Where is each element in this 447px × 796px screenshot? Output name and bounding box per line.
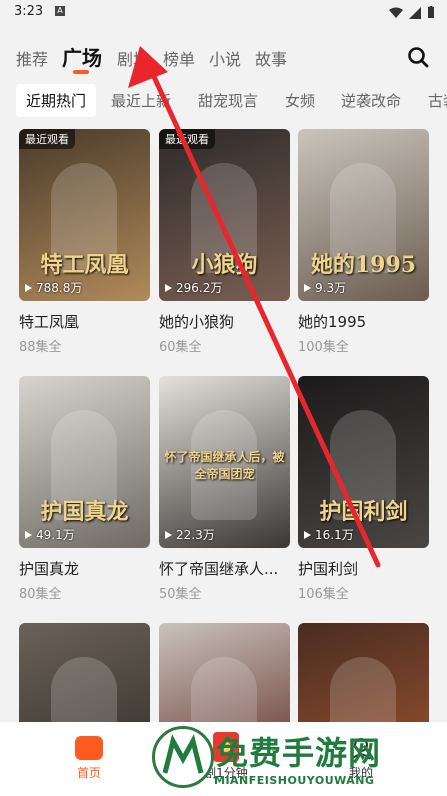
drama-card[interactable]: 小狼狗 最近观看 296.2万她的小狼狗 60集全 bbox=[159, 129, 290, 355]
drama-cover[interactable]: 她的1995 9.3万 bbox=[298, 129, 429, 301]
drama-cover[interactable]: 怀了帝国继承人后，被全帝国团宠 22.3万 bbox=[159, 376, 290, 548]
drama-title[interactable]: 怀了帝国继承人... bbox=[159, 558, 290, 579]
play-count: 49.1万 bbox=[25, 526, 75, 543]
tab-ranking[interactable]: 榜单 bbox=[163, 46, 195, 70]
watermark-logo-icon bbox=[152, 726, 214, 788]
cover-title-text: 护国真龙 bbox=[40, 499, 129, 525]
play-count-value: 788.8万 bbox=[36, 281, 83, 295]
tab-theater[interactable]: 剧场 bbox=[117, 46, 149, 70]
category-sweet[interactable]: 甜宠现言 bbox=[198, 90, 258, 111]
battery-icon bbox=[428, 6, 434, 18]
drama-card[interactable]: 护国利剑 16.1万 护国利剑 106集全 bbox=[298, 376, 429, 602]
cover-title-text: 她的1995 bbox=[310, 252, 417, 278]
drama-cover[interactable]: 特工凤凰 最近观看 788.8万 bbox=[19, 129, 150, 301]
status-time: 3:23 bbox=[14, 4, 44, 19]
wifi-icon bbox=[389, 7, 403, 18]
category-tabs: 近期热门 最近上新 甜宠现言 女频 逆袭改命 古装 bbox=[0, 82, 447, 118]
recent-badge: 最近观看 bbox=[19, 129, 75, 149]
drama-cover[interactable]: 护国真龙 49.1万 bbox=[19, 376, 150, 548]
drama-card[interactable]: 特工凤凰 最近观看 788.8万 特工凤凰 88集全 bbox=[19, 129, 150, 355]
play-count: 296.2万 bbox=[165, 279, 222, 296]
tab-novel[interactable]: 小说 bbox=[209, 46, 241, 70]
notification-icon: A bbox=[55, 6, 65, 16]
play-icon bbox=[165, 530, 172, 539]
episode-count: 50集全 bbox=[159, 587, 202, 602]
drama-title[interactable]: 护国真龙 bbox=[19, 558, 150, 579]
drama-card[interactable]: 护国真龙 49.1万 护国真龙 80集全 bbox=[19, 376, 150, 602]
play-count: 788.8万 bbox=[25, 279, 82, 296]
status-icons bbox=[389, 6, 435, 19]
drama-cover[interactable]: 小狼狗 最近观看 296.2万 bbox=[159, 129, 290, 301]
drama-title[interactable]: 她的小狼狗 bbox=[159, 311, 290, 332]
watermark-text: 免费手游网 bbox=[216, 734, 382, 772]
search-icon[interactable] bbox=[407, 46, 429, 68]
active-tab-indicator bbox=[73, 70, 89, 74]
status-bar: 3:23 A bbox=[0, 0, 447, 26]
episode-count: 88集全 bbox=[19, 340, 62, 355]
nav-home-label: 首页 bbox=[76, 766, 101, 780]
drama-title[interactable]: 特工凤凰 bbox=[19, 311, 150, 332]
play-count-value: 22.3万 bbox=[176, 528, 215, 542]
play-count-value: 296.2万 bbox=[176, 281, 223, 295]
watermark-m-icon bbox=[162, 734, 204, 774]
home-icon bbox=[75, 736, 103, 760]
play-icon bbox=[304, 530, 311, 539]
play-icon bbox=[304, 283, 311, 292]
episode-count: 106集全 bbox=[298, 587, 349, 602]
cover-title-text: 特工凤凰 bbox=[40, 252, 129, 278]
cover-title-text: 怀了帝国继承人后，被全帝国团宠 bbox=[164, 450, 285, 481]
play-icon bbox=[25, 530, 32, 539]
drama-card[interactable]: 她的1995 9.3万 她的1995 100集全 bbox=[298, 129, 429, 355]
play-count-value: 49.1万 bbox=[36, 528, 75, 542]
episode-count: 80集全 bbox=[19, 587, 62, 602]
cover-title-text: 护国利剑 bbox=[319, 499, 408, 525]
category-female[interactable]: 女频 bbox=[285, 90, 315, 111]
play-count: 9.3万 bbox=[304, 279, 346, 296]
tab-recommend[interactable]: 推荐 bbox=[16, 46, 48, 70]
play-count: 22.3万 bbox=[165, 526, 215, 543]
watermark: 免费手游网 MIANFEISHOUYOUWANG bbox=[150, 722, 447, 796]
tab-square[interactable]: 广场 bbox=[62, 42, 102, 71]
top-tabs: 推荐 广场 剧场 榜单 小说 故事 bbox=[0, 40, 447, 80]
category-costume[interactable]: 古装 bbox=[428, 90, 447, 111]
cover-title-text: 小狼狗 bbox=[191, 252, 258, 278]
tab-story[interactable]: 故事 bbox=[255, 46, 287, 70]
play-count-value: 16.1万 bbox=[315, 528, 354, 542]
play-icon bbox=[165, 283, 172, 292]
episode-count: 60集全 bbox=[159, 340, 202, 355]
drama-card[interactable]: 怀了帝国继承人后，被全帝国团宠 22.3万怀了帝国继承人... 50集全 bbox=[159, 376, 290, 602]
watermark-subtext: MIANFEISHOUYOUWANG bbox=[214, 774, 375, 787]
play-count: 16.1万 bbox=[304, 526, 354, 543]
drama-title[interactable]: 护国利剑 bbox=[298, 558, 429, 579]
category-new[interactable]: 最近上新 bbox=[111, 90, 171, 111]
category-counterattack[interactable]: 逆袭改命 bbox=[341, 90, 401, 111]
drama-title[interactable]: 她的1995 bbox=[298, 311, 429, 332]
drama-cover[interactable]: 护国利剑 16.1万 bbox=[298, 376, 429, 548]
episode-count: 100集全 bbox=[298, 340, 349, 355]
play-icon bbox=[25, 283, 32, 292]
signal-icon bbox=[409, 6, 421, 19]
nav-home[interactable]: 首页 bbox=[72, 736, 106, 781]
category-hot[interactable]: 近期热门 bbox=[16, 84, 97, 117]
recent-badge: 最近观看 bbox=[159, 129, 215, 149]
play-count-value: 9.3万 bbox=[315, 281, 347, 295]
